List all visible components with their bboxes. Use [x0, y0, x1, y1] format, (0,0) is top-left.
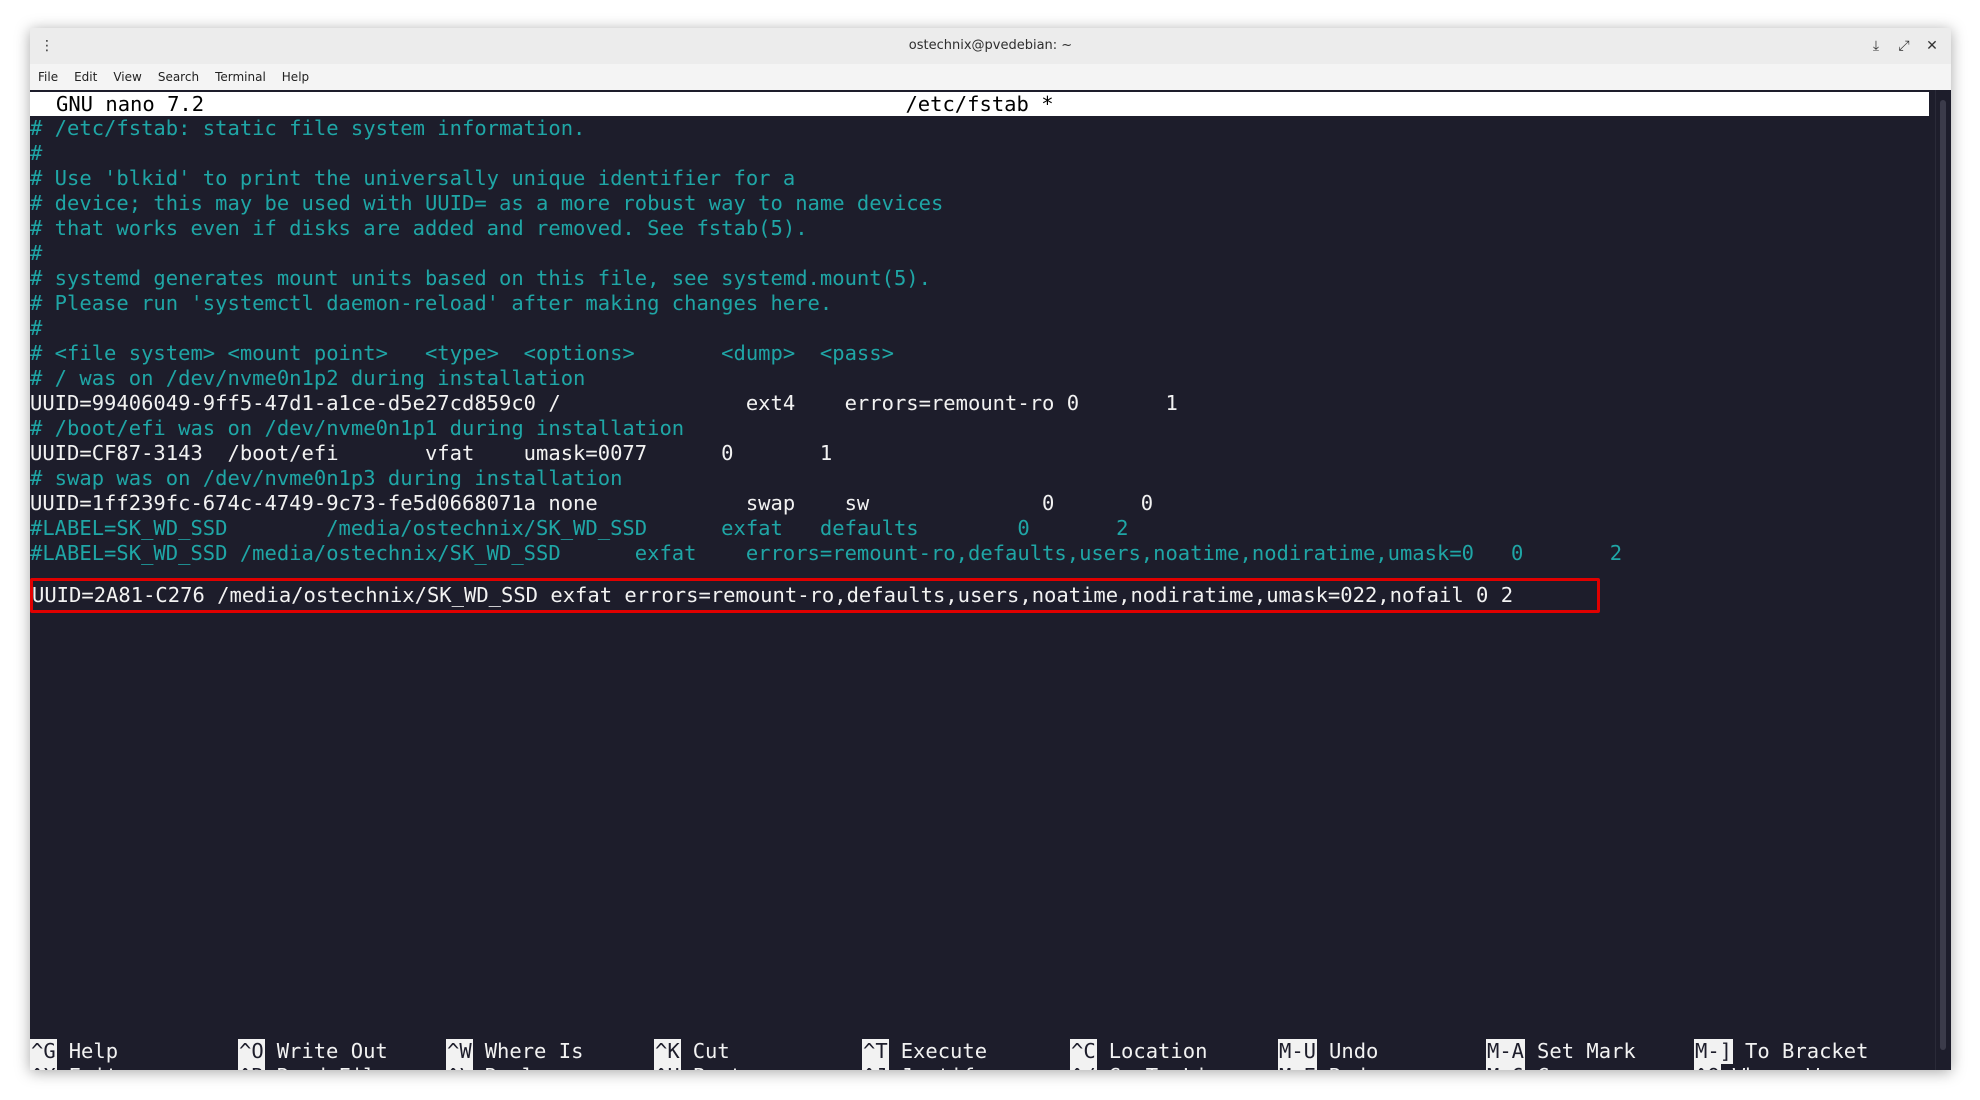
- editor-line[interactable]: UUID=99406049-9ff5-47d1-a1ce-d5e27cd859c…: [30, 391, 1178, 416]
- shortcut-label: Cut: [693, 1039, 730, 1063]
- minimize-icon[interactable]: ⤓: [1863, 28, 1889, 64]
- shortcut-item[interactable]: ^U Paste: [654, 1064, 754, 1070]
- shortcut-key: ^/: [1070, 1064, 1097, 1070]
- shortcut-item[interactable]: M-6 Copy: [1486, 1064, 1586, 1070]
- shortcut-key: M-6: [1486, 1064, 1525, 1070]
- menu-search[interactable]: Search: [150, 64, 207, 90]
- scrollbar-thumb[interactable]: [1940, 100, 1946, 1050]
- shortcut-label: Help: [69, 1039, 118, 1063]
- shortcut-key: ^R: [238, 1064, 265, 1070]
- shortcut-key: M-U: [1278, 1039, 1317, 1064]
- shortcut-item[interactable]: ^K Cut: [654, 1039, 730, 1064]
- shortcut-item[interactable]: ^J Justify: [862, 1064, 987, 1070]
- shortcut-key: M-A: [1486, 1039, 1525, 1064]
- shortcut-item[interactable]: ^W Where Is: [446, 1039, 583, 1064]
- shortcut-item[interactable]: M-A Set Mark: [1486, 1039, 1636, 1064]
- shortcut-label: Go To Line: [1109, 1064, 1232, 1070]
- menu-terminal[interactable]: Terminal: [207, 64, 274, 90]
- editor-line[interactable]: #: [30, 316, 42, 341]
- shortcut-label: Exit: [69, 1064, 118, 1070]
- terminal-area[interactable]: GNU nano 7.2 /etc/fstab * # /etc/fstab: …: [30, 90, 1936, 1070]
- nano-filename: /etc/fstab *: [30, 92, 1929, 116]
- shortcut-label: Justify: [901, 1064, 987, 1070]
- maximize-icon[interactable]: ⤢: [1891, 28, 1917, 64]
- editor-line[interactable]: #LABEL=SK_WD_SSD /media/ostechnix/SK_WD_…: [30, 516, 1128, 541]
- shortcut-label: Read File: [277, 1064, 388, 1070]
- shortcut-label: Write Out: [277, 1039, 388, 1063]
- menu-view[interactable]: View: [105, 64, 149, 90]
- editor-line[interactable]: # /etc/fstab: static file system informa…: [30, 116, 585, 141]
- shortcut-key: ^U: [654, 1064, 681, 1070]
- shortcut-label: Where Is: [485, 1039, 584, 1063]
- shortcut-item[interactable]: ^O Write Out: [238, 1039, 388, 1064]
- editor-line[interactable]: # / was on /dev/nvme0n1p2 during install…: [30, 366, 585, 391]
- editor-line[interactable]: # Please run 'systemctl daemon-reload' a…: [30, 291, 832, 316]
- shortcut-key: ^\: [446, 1064, 473, 1070]
- shortcut-item[interactable]: ^\ Replace: [446, 1064, 571, 1070]
- editor-line[interactable]: # <file system> <mount point> <type> <op…: [30, 341, 894, 366]
- shortcut-key: ^C: [1070, 1039, 1097, 1064]
- editor-line[interactable]: # device; this may be used with UUID= as…: [30, 191, 943, 216]
- window-title: ostechnix@pvedebian: ~: [30, 28, 1951, 64]
- shortcut-key: ^W: [446, 1039, 473, 1064]
- shortcut-item[interactable]: ^C Location: [1070, 1039, 1207, 1064]
- shortcut-label: Execute: [901, 1039, 987, 1063]
- terminal-window: ⋮ ostechnix@pvedebian: ~ ⤓ ⤢ ✕ FileEditV…: [30, 28, 1951, 1070]
- shortcut-label: Replace: [485, 1064, 571, 1070]
- menu-file[interactable]: File: [30, 64, 66, 90]
- shortcut-item[interactable]: M-] To Bracket: [1694, 1039, 1868, 1064]
- shortcut-item[interactable]: ^G Help: [30, 1039, 118, 1064]
- shortcut-label: Location: [1109, 1039, 1208, 1063]
- shortcut-item[interactable]: ^R Read File: [238, 1064, 388, 1070]
- editor-line[interactable]: # Use 'blkid' to print the universally u…: [30, 166, 795, 191]
- shortcut-key: ^O: [238, 1039, 265, 1064]
- shortcut-label: Set Mark: [1537, 1039, 1636, 1063]
- editor-line[interactable]: # swap was on /dev/nvme0n1p3 during inst…: [30, 466, 622, 491]
- title-bar[interactable]: ⋮ ostechnix@pvedebian: ~ ⤓ ⤢ ✕: [30, 28, 1951, 65]
- editor-line[interactable]: UUID=1ff239fc-674c-4749-9c73-fe5d0668071…: [30, 491, 1153, 516]
- editor-line[interactable]: # that works even if disks are added and…: [30, 216, 808, 241]
- shortcut-key: M-E: [1278, 1064, 1317, 1070]
- shortcut-key: ^J: [862, 1064, 889, 1070]
- editor-line[interactable]: #: [30, 141, 42, 166]
- shortcut-item[interactable]: M-E Redo: [1278, 1064, 1378, 1070]
- shortcut-item[interactable]: M-U Undo: [1278, 1039, 1378, 1064]
- shortcut-key: ^K: [654, 1039, 681, 1064]
- shortcut-key: ^T: [862, 1039, 889, 1064]
- shortcut-label: Copy: [1537, 1064, 1586, 1070]
- editor-line[interactable]: # /boot/efi was on /dev/nvme0n1p1 during…: [30, 416, 684, 441]
- menu-edit[interactable]: Edit: [66, 64, 105, 90]
- shortcut-bar: ^G Help ^X Exit ^O Write Out ^R Read File ^W Wher…: [30, 1039, 1936, 1070]
- shortcut-label: Where Was: [1733, 1064, 1844, 1070]
- shortcut-label: Redo: [1329, 1064, 1378, 1070]
- shortcut-label: Undo: [1329, 1039, 1378, 1063]
- editor-line[interactable]: # systemd generates mount units based on…: [30, 266, 931, 291]
- shortcut-item[interactable]: ^Q Where Was: [1694, 1064, 1844, 1070]
- shortcut-item[interactable]: ^/ Go To Line: [1070, 1064, 1232, 1070]
- shortcut-item[interactable]: ^X Exit: [30, 1064, 118, 1070]
- shortcut-key: ^G: [30, 1039, 57, 1064]
- editor-line[interactable]: #LABEL=SK_WD_SSD /media/ostechnix/SK_WD_…: [30, 541, 1622, 566]
- menu-help[interactable]: Help: [274, 64, 317, 90]
- scrollbar[interactable]: [1935, 90, 1951, 1070]
- shortcut-label: Paste: [693, 1064, 755, 1070]
- shortcut-item[interactable]: ^T Execute: [862, 1039, 987, 1064]
- close-icon[interactable]: ✕: [1919, 28, 1945, 64]
- shortcut-key: ^X: [30, 1064, 57, 1070]
- menu-bar: FileEditViewSearchTerminalHelp: [30, 64, 1951, 91]
- shortcut-key: M-]: [1694, 1039, 1733, 1064]
- highlighted-line[interactable]: UUID=2A81-C276 /media/ostechnix/SK_WD_SS…: [32, 580, 1513, 610]
- nano-header: GNU nano 7.2 /etc/fstab *: [30, 92, 1929, 116]
- shortcut-key: ^Q: [1694, 1064, 1721, 1070]
- editor-line[interactable]: #: [30, 241, 42, 266]
- shortcut-label: To Bracket: [1745, 1039, 1868, 1063]
- editor-line[interactable]: UUID=CF87-3143 /boot/efi vfat umask=0077…: [30, 441, 832, 466]
